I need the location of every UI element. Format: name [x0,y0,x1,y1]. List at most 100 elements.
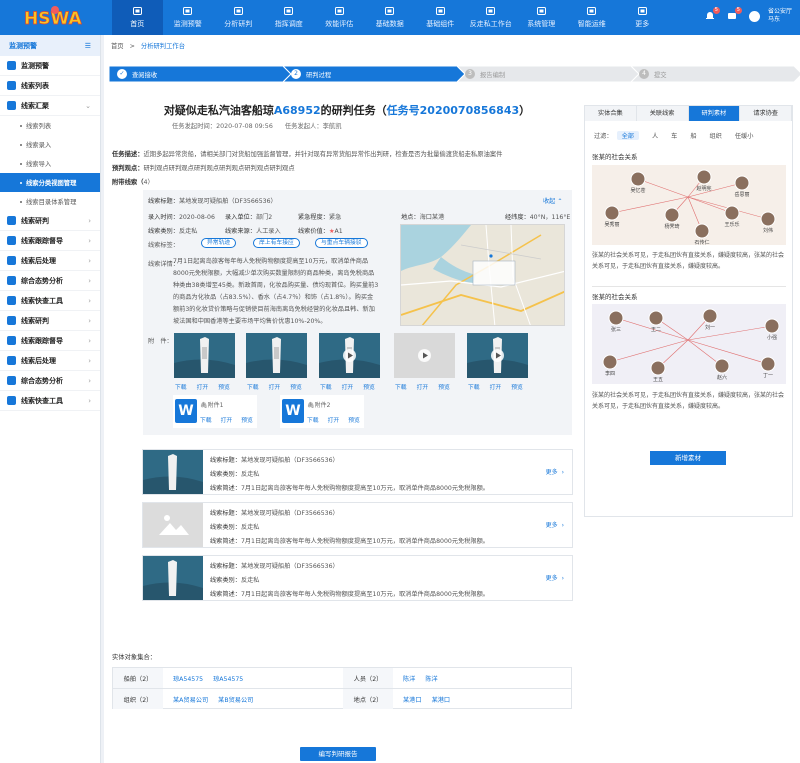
attachment-action-2[interactable]: 预览 [363,385,375,391]
sidebar-subitem-1[interactable]: 线索录入 [0,135,100,154]
person-avatar[interactable] [604,205,620,221]
sidebar-group-12[interactable]: 线索快查工具 › [0,391,100,411]
document-action-1[interactable]: 打开 [328,418,340,424]
sidebar-group-1[interactable]: 线索列表 [0,76,100,96]
document-attachment-1[interactable]: W 🖇附件2 下载 打开 预览 [280,395,364,428]
attachment-action-0[interactable]: 下载 [175,385,187,391]
document-action-0[interactable]: 下载 [200,418,212,424]
entity-link[interactable]: 琼A54575 [173,674,203,683]
document-attachment-0[interactable]: W 🖇附件1 下载 打开 预览 [173,395,257,428]
collapse-button[interactable]: 收起 ⌃ [543,196,563,205]
attachment-action-1[interactable]: 打开 [269,385,281,391]
attachment-action-2[interactable]: 预览 [511,385,523,391]
entity-link[interactable]: 陈洋 [403,674,415,683]
message-icon[interactable]: 5 [727,7,742,21]
person-avatar[interactable] [694,223,710,239]
right-tab-3[interactable]: 请求协查 [740,106,792,121]
nav-item-0[interactable]: 首页 [112,0,163,35]
entity-link[interactable]: 陈洋 [425,674,437,683]
sidebar-subitem-3[interactable]: 线索分类视图管理 [0,173,100,192]
sidebar-group-2[interactable]: 线索汇聚 ⌄ [0,96,100,116]
person-avatar[interactable] [648,310,664,326]
attachment-action-2[interactable]: 预览 [218,385,230,391]
filter-option-1[interactable]: 人 [652,131,658,140]
step-2[interactable]: 2 研判过程 [283,66,465,82]
relation-graph-2[interactable]: 张三 王二 刘一 小强 李四 王五 赵六 丁一 [592,304,786,384]
nav-item-10[interactable]: 更多 [617,0,668,35]
person-avatar[interactable] [630,171,646,187]
person-avatar[interactable] [734,175,750,191]
right-tab-1[interactable]: 关联线索 [636,106,689,121]
document-action-0[interactable]: 下载 [307,418,319,424]
person-avatar[interactable] [764,318,780,334]
person-avatar[interactable] [724,205,740,221]
document-action-1[interactable]: 打开 [221,418,233,424]
entity-link[interactable]: 某港口 [432,695,451,704]
sidebar-subitem-0[interactable]: 线索列表 [0,116,100,135]
location-map[interactable] [400,224,565,326]
person-avatar[interactable] [714,358,730,374]
clue-tag-2[interactable]: 岸上有车接应 [253,238,300,248]
nav-item-4[interactable]: 效能评估 [314,0,365,35]
user-avatar[interactable] [748,10,760,22]
nav-item-6[interactable]: 基础组件 [415,0,466,35]
write-report-button[interactable]: 编写判研报告 [300,747,376,761]
play-icon[interactable] [343,349,356,362]
entity-link[interactable]: 某B贸易公司 [218,695,253,704]
sidebar-group-11[interactable]: 综合态势分析 › [0,371,100,391]
entity-link[interactable]: 某港口 [403,695,422,704]
relation-graph-1[interactable]: 吴忆苍 赵明宪 岳思丽 吴秀丽 杨霁琦 王乐乐 刘伟 石传仁 [592,165,786,245]
sidebar-group-9[interactable]: 线索跟踪督导 › [0,331,100,351]
nav-item-2[interactable]: 分析研判 [213,0,264,35]
attachment-action-0[interactable]: 下载 [320,385,332,391]
sidebar-group-10[interactable]: 线索后处理 › [0,351,100,371]
notification-bell-icon[interactable]: 5 [705,7,720,21]
right-tab-2[interactable]: 研判素材 [688,106,741,121]
sidebar-group-5[interactable]: 线索后处理 › [0,251,100,271]
nav-item-3[interactable]: 指挥调度 [264,0,315,35]
filter-option-4[interactable]: 组织 [710,131,722,140]
entity-link[interactable]: 某A贸易公司 [173,695,208,704]
attachment-action-1[interactable]: 打开 [197,385,209,391]
attachment-action-1[interactable]: 打开 [490,385,502,391]
attachment-action-2[interactable]: 预览 [290,385,302,391]
breadcrumb-home[interactable]: 首页 [111,43,124,50]
step-4[interactable]: 4 提交 [631,66,800,82]
clue-card[interactable]: 线索标题：某地发现可疑船舶（DF3566536） 线索类别：反走私 线索简述：7月1… [142,555,573,601]
attachment-thumbnail-2[interactable] [319,333,380,378]
attachment-action-0[interactable]: 下载 [247,385,259,391]
filter-option-2[interactable]: 车 [671,131,677,140]
person-avatar[interactable] [696,169,712,185]
sidebar-group-3[interactable]: 线索研判 › [0,211,100,231]
person-avatar[interactable] [702,308,718,324]
add-material-button[interactable]: 新增素材 [650,451,726,465]
person-avatar[interactable] [608,310,624,326]
nav-item-5[interactable]: 基础数据 [365,0,416,35]
play-icon[interactable] [491,349,504,362]
sidebar-group-0[interactable]: 监测预警 [0,56,100,76]
document-action-2[interactable]: 预览 [241,418,253,424]
step-1[interactable]: ✓ 查阅接收 [109,66,291,82]
attachment-action-1[interactable]: 打开 [417,385,429,391]
filter-option-3[interactable]: 船 [690,131,696,140]
play-icon[interactable] [418,349,431,362]
entity-link[interactable]: 琼A54575 [213,674,243,683]
person-avatar[interactable] [664,207,680,223]
attachment-thumbnail-0[interactable] [174,333,235,378]
more-link[interactable]: 更多 › [546,520,564,529]
attachment-thumbnail-3[interactable] [394,333,455,378]
nav-item-9[interactable]: 智能运维 [567,0,618,35]
more-link[interactable]: 更多 › [546,573,564,582]
nav-item-8[interactable]: 系统管理 [516,0,567,35]
attachment-action-0[interactable]: 下载 [395,385,407,391]
filter-option-5[interactable]: 任缓小 [735,131,754,140]
user-info[interactable]: 省公安厅 马东 [768,8,792,24]
sidebar-subitem-4[interactable]: 线索目录体系管理 [0,192,100,211]
clue-card[interactable]: 线索标题：某地发现可疑船舶（DF3566536） 线索类别：反走私 线索简述：7月1… [142,502,573,548]
person-avatar[interactable] [650,360,666,376]
clue-card[interactable]: 线索标题：某地发现可疑船舶（DF3566536） 线索类别：反走私 线索简述：7月1… [142,449,573,495]
attachment-action-0[interactable]: 下载 [468,385,480,391]
sidebar-group-8[interactable]: 线索研判 › [0,311,100,331]
attachment-thumbnail-4[interactable] [467,333,528,378]
sidebar-group-6[interactable]: 综合态势分析 › [0,271,100,291]
